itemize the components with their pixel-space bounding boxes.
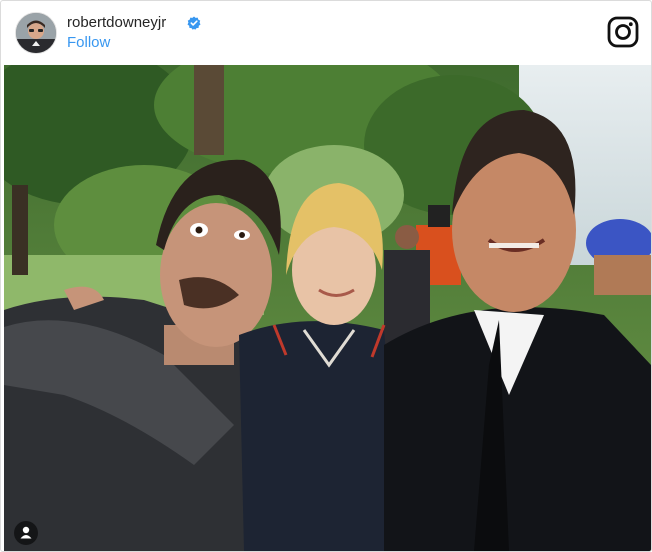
avatar-image — [16, 13, 56, 53]
instagram-logo-icon[interactable] — [607, 16, 639, 48]
avatar[interactable] — [15, 12, 57, 54]
post-header: robertdowneyjr Follow — [1, 1, 651, 65]
username[interactable]: robertdowneyjr — [67, 14, 166, 31]
instagram-embed-card: robertdowneyjr Follow — [0, 0, 652, 552]
follow-button[interactable]: Follow — [67, 34, 110, 51]
user-tag-icon[interactable] — [14, 521, 38, 545]
person-icon — [20, 526, 32, 539]
verified-badge-icon — [187, 16, 201, 30]
photo-image — [4, 65, 651, 551]
post-photo[interactable] — [4, 65, 651, 551]
